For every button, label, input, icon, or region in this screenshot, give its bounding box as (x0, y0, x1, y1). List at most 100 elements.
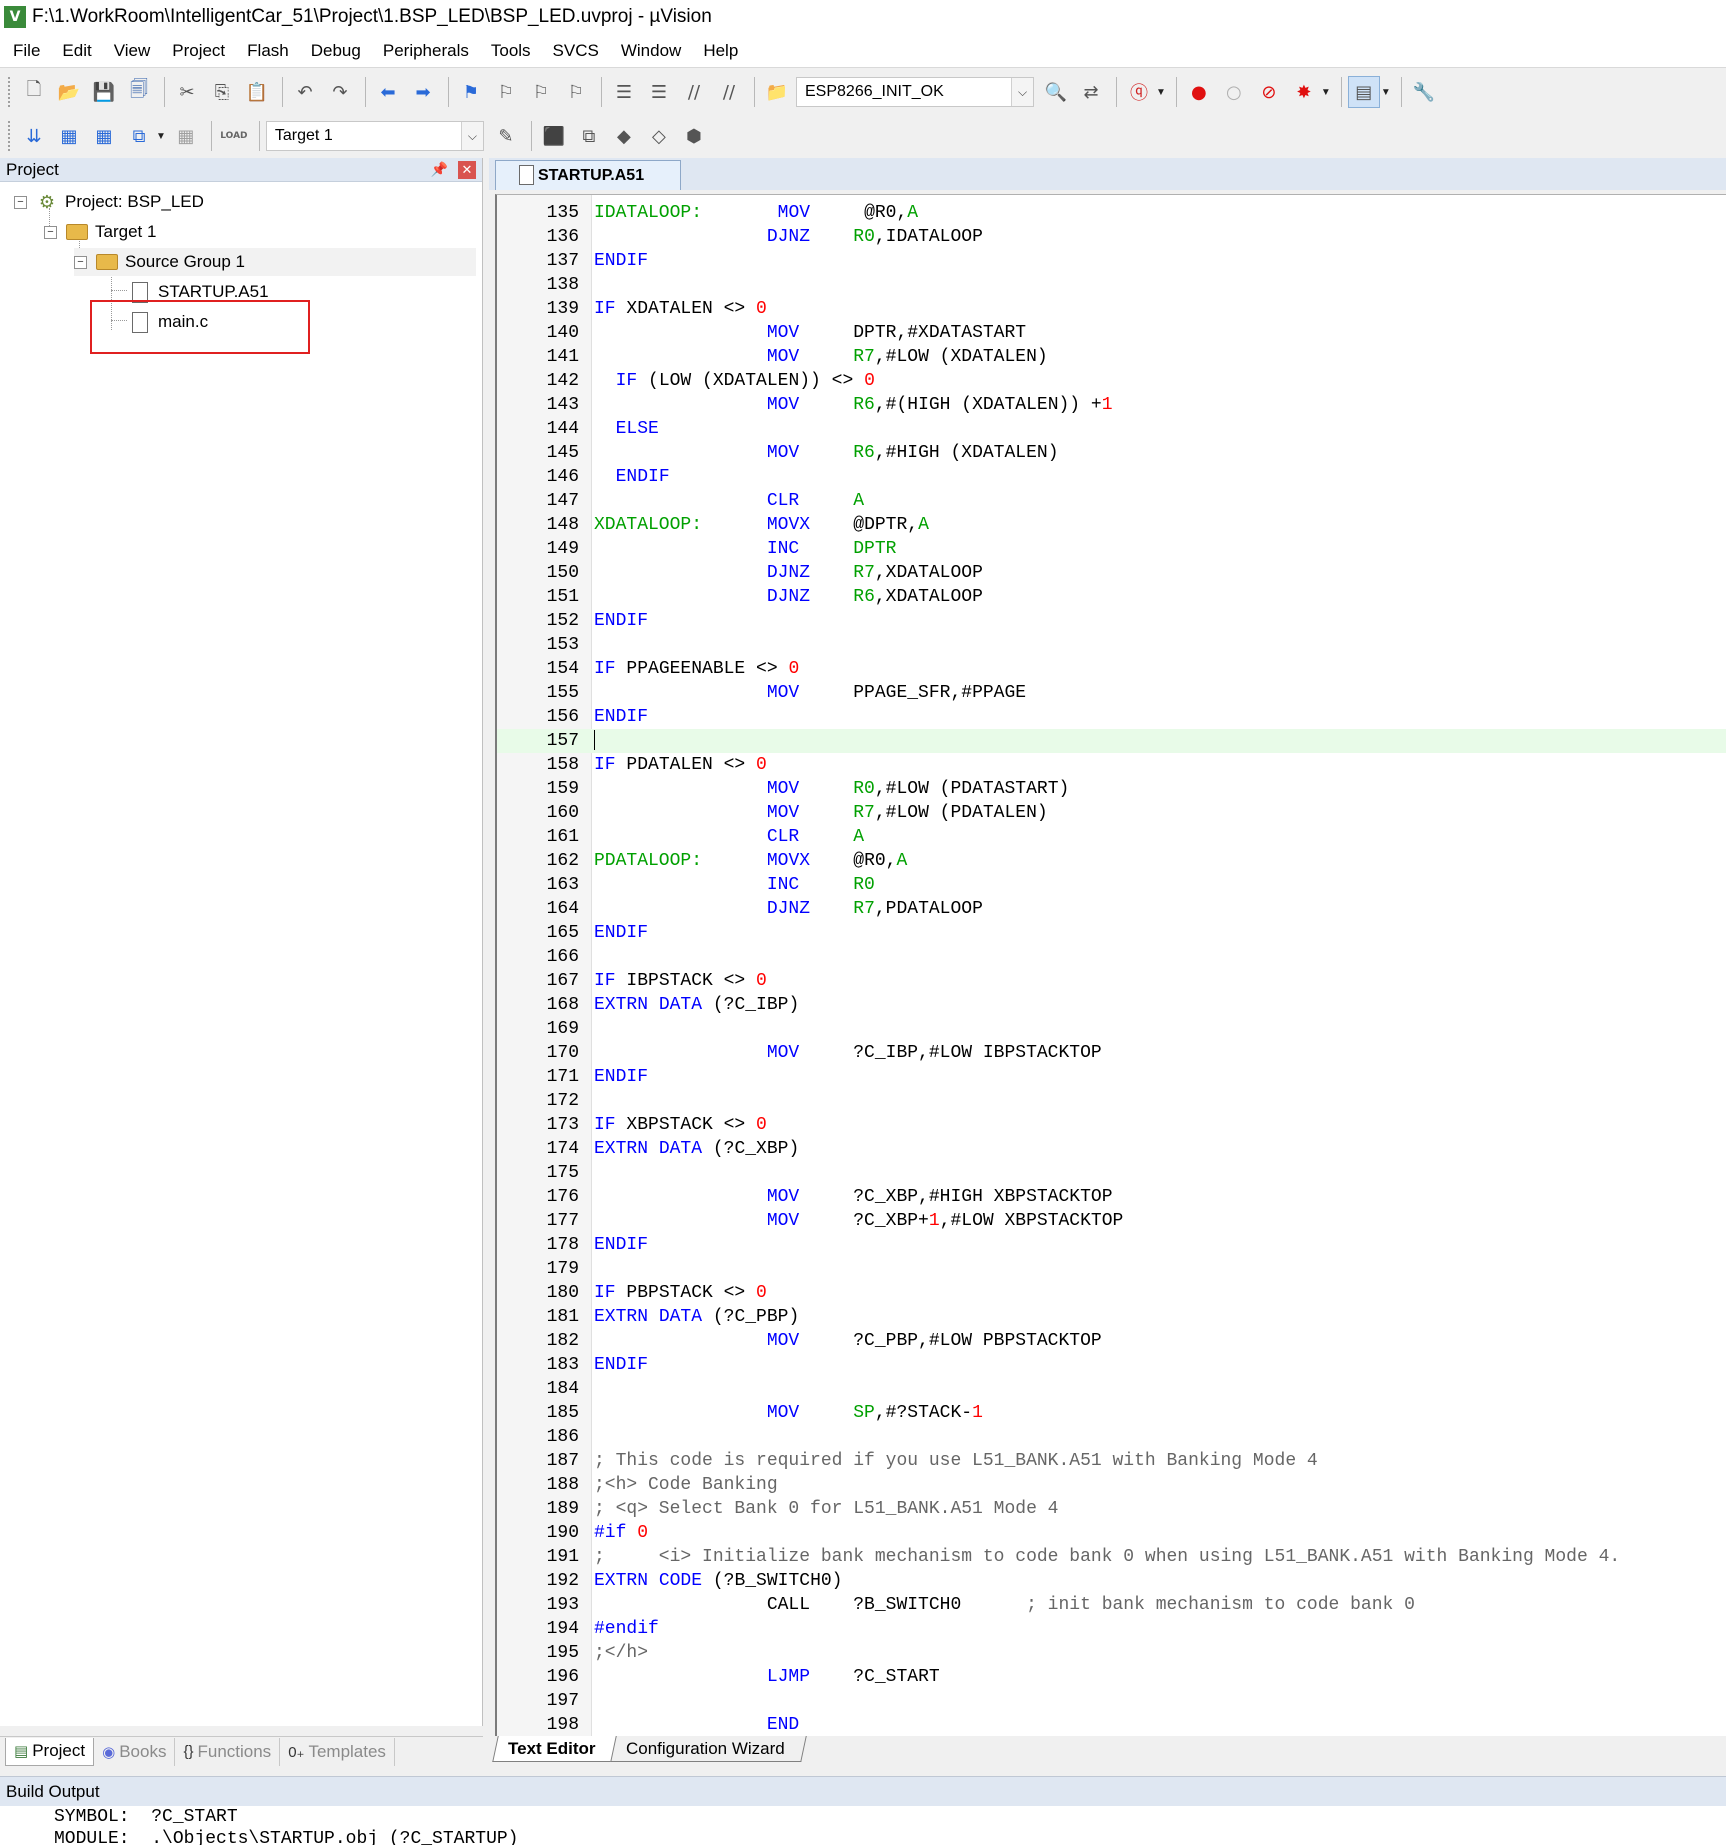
collapse-icon[interactable]: − (14, 195, 27, 209)
code-line[interactable]: 155 MOV PPAGE_SFR,#PPAGE (497, 681, 1726, 705)
menu-project[interactable]: Project (161, 41, 236, 61)
code-line[interactable]: 141 MOV R7,#LOW (XDATALEN) (497, 345, 1726, 369)
code-line[interactable]: 148 XDATALOOP: MOVX @DPTR,A (497, 513, 1726, 537)
menu-window[interactable]: Window (610, 41, 692, 61)
enable-breakpoint-icon[interactable]: ○ (1218, 76, 1250, 108)
code-line[interactable]: 160 MOV R7,#LOW (PDATALEN) (497, 801, 1726, 825)
multiproject-icon[interactable]: ⬢ (678, 120, 710, 152)
code-line[interactable]: 145 MOV R6,#HIGH (XDATALEN) (497, 441, 1726, 465)
code-line[interactable]: 154 IF PPAGEENABLE <> 0 (497, 657, 1726, 681)
code-line[interactable]: 151 DJNZ R6,XDATALOOP (497, 585, 1726, 609)
tree-target-node[interactable]: − Target 1 (44, 218, 156, 246)
build-output-panel[interactable]: SYMBOL: ?C_START MODULE: .\Objects\START… (0, 1806, 1726, 1845)
code-line[interactable]: 196 LJMP ?C_START (497, 1665, 1726, 1689)
pack-installer-icon[interactable]: ◇ (643, 120, 675, 152)
code-line[interactable]: 167 IF IBPSTACK <> 0 (497, 969, 1726, 993)
comment-icon[interactable]: // (678, 76, 710, 108)
code-line[interactable]: 140 MOV DPTR,#XDATASTART (497, 321, 1726, 345)
collapse-icon[interactable]: − (44, 225, 57, 239)
uncomment-icon[interactable]: // (713, 76, 745, 108)
code-line[interactable]: 159 MOV R0,#LOW (PDATASTART) (497, 777, 1726, 801)
stop-build-icon[interactable]: ▦ (170, 120, 202, 152)
previous-bookmark-icon[interactable]: ⚐ (490, 76, 522, 108)
copy-icon[interactable]: ⎘ (206, 76, 238, 108)
code-line[interactable]: 176 MOV ?C_XBP,#HIGH XBPSTACKTOP (497, 1185, 1726, 1209)
redo-icon[interactable]: ↷ (324, 76, 356, 108)
code-line[interactable]: 166 (497, 945, 1726, 969)
code-line[interactable]: 192 EXTRN CODE (?B_SWITCH0) (497, 1569, 1726, 1593)
code-line[interactable]: 150 DJNZ R7,XDATALOOP (497, 561, 1726, 585)
target-options-icon[interactable]: ✎ (490, 120, 522, 152)
kill-breakpoints-icon[interactable]: ✸ (1288, 76, 1320, 108)
code-line[interactable]: 162 PDATALOOP: MOVX @R0,A (497, 849, 1726, 873)
tab-books[interactable]: ◉ Books (94, 1737, 176, 1766)
unindent-icon[interactable]: ☰ (643, 76, 675, 108)
code-line[interactable]: 153 (497, 633, 1726, 657)
insert-bookmark-icon[interactable]: ⚑ (455, 76, 487, 108)
manage-project-items-icon[interactable]: ⬛ (538, 120, 570, 152)
code-line[interactable]: 139 IF XDATALEN <> 0 (497, 297, 1726, 321)
code-line[interactable]: 198 END (497, 1713, 1726, 1736)
menu-file[interactable]: File (0, 41, 51, 61)
build-icon[interactable]: ▦ (53, 120, 85, 152)
tab-functions[interactable]: {} Functions (175, 1737, 281, 1766)
code-line[interactable]: 149 INC DPTR (497, 537, 1726, 561)
debug-session-icon[interactable]: ⓠ (1123, 76, 1155, 108)
collapse-icon[interactable]: − (74, 255, 87, 269)
chevron-down-icon[interactable]: ▼ (1321, 87, 1331, 98)
code-line[interactable]: 178 ENDIF (497, 1233, 1726, 1257)
tab-text-editor[interactable]: Text Editor (492, 1736, 618, 1762)
code-line[interactable]: 136 DJNZ R0,IDATALOOP (497, 225, 1726, 249)
cut-icon[interactable]: ✂ (171, 76, 203, 108)
code-line[interactable]: 156 ENDIF (497, 705, 1726, 729)
incremental-find-icon[interactable]: ⇄ (1075, 76, 1107, 108)
toolbar-grip[interactable] (8, 77, 12, 107)
find-icon[interactable]: 🔍 (1040, 76, 1072, 108)
code-line[interactable]: 177 MOV ?C_XBP+1,#LOW XBPSTACKTOP (497, 1209, 1726, 1233)
code-line[interactable]: 152 ENDIF (497, 609, 1726, 633)
code-line[interactable]: 169 (497, 1017, 1726, 1041)
tab-templates[interactable]: 0₊ Templates (280, 1737, 395, 1766)
insert-breakpoint-icon[interactable]: ● (1183, 76, 1215, 108)
navigate-forward-icon[interactable]: ➡ (407, 76, 439, 108)
code-line[interactable]: 174 EXTRN DATA (?C_XBP) (497, 1137, 1726, 1161)
menu-svcs[interactable]: SVCS (542, 41, 610, 61)
tree-group-node[interactable]: − Source Group 1 (74, 248, 476, 276)
undo-icon[interactable]: ↶ (289, 76, 321, 108)
code-line[interactable]: 185 MOV SP,#?STACK-1 (497, 1401, 1726, 1425)
code-line[interactable]: 188 ;<h> Code Banking (497, 1473, 1726, 1497)
code-line[interactable]: 187 ; This code is required if you use L5… (497, 1449, 1726, 1473)
code-line[interactable]: 161 CLR A (497, 825, 1726, 849)
manage-components-icon[interactable]: ⧉ (573, 120, 605, 152)
code-line[interactable]: 146 ENDIF (497, 465, 1726, 489)
menu-help[interactable]: Help (692, 41, 749, 61)
code-line[interactable]: 190 #if 0 (497, 1521, 1726, 1545)
code-line[interactable]: 175 (497, 1161, 1726, 1185)
code-line[interactable]: 165 ENDIF (497, 921, 1726, 945)
chevron-down-icon[interactable]: ▼ (1381, 87, 1391, 98)
code-line[interactable]: 143 MOV R6,#(HIGH (XDATALEN)) +1 (497, 393, 1726, 417)
code-line[interactable]: 191 ; <i> Initialize bank mechanism to co… (497, 1545, 1726, 1569)
disable-breakpoints-icon[interactable]: ⊘ (1253, 76, 1285, 108)
code-line[interactable]: 171 ENDIF (497, 1065, 1726, 1089)
new-file-icon[interactable]: 🗋 (18, 76, 50, 108)
tab-project[interactable]: ▤ Project (5, 1737, 95, 1766)
target-combo[interactable]: Target 1 ⌵ (265, 121, 484, 151)
code-line[interactable]: 170 MOV ?C_IBP,#LOW IBPSTACKTOP (497, 1041, 1726, 1065)
navigate-back-icon[interactable]: ⬅ (372, 76, 404, 108)
save-all-icon[interactable]: 🗐 (123, 76, 155, 108)
save-icon[interactable]: 💾 (88, 76, 120, 108)
configure-icon[interactable]: 🔧 (1408, 76, 1440, 108)
code-line[interactable]: 189 ; <q> Select Bank 0 for L51_BANK.A51 … (497, 1497, 1726, 1521)
code-line[interactable]: 195 ;</h> (497, 1641, 1726, 1665)
code-line[interactable]: 147 CLR A (497, 489, 1726, 513)
code-line[interactable]: 168 EXTRN DATA (?C_IBP) (497, 993, 1726, 1017)
find-in-files-icon[interactable]: 📁 (761, 76, 793, 108)
pin-icon[interactable]: 📌 (431, 161, 448, 178)
code-line[interactable]: 194 #endif (497, 1617, 1726, 1641)
select-packs-icon[interactable]: ◆ (608, 120, 640, 152)
menu-view[interactable]: View (103, 41, 162, 61)
chevron-down-icon[interactable]: ⌵ (1011, 78, 1033, 106)
close-icon[interactable]: ✕ (458, 160, 476, 179)
chevron-down-icon[interactable]: ▼ (1156, 87, 1166, 98)
